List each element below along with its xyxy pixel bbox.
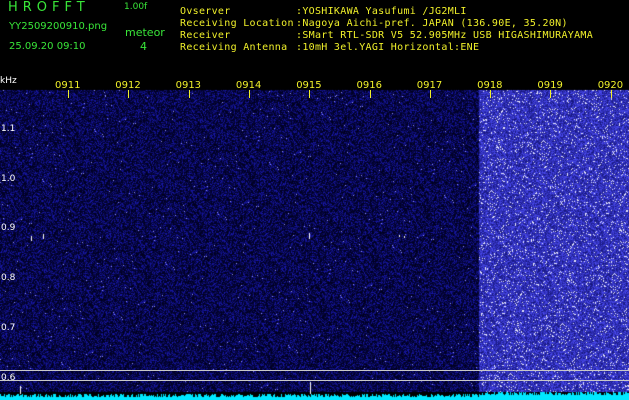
- time-tick-mark: [248, 90, 250, 98]
- info-observer: Ovserver :YOSHIKAWA Yasufumi /JG2MLI: [180, 6, 467, 17]
- app-version: 1.00f: [124, 2, 148, 12]
- info-location-value: :Nagoya Aichi-pref. JAPAN (136.90E, 35.2…: [296, 18, 568, 29]
- time-tick-mark: [128, 90, 130, 98]
- info-antenna: Receiving Antenna :10mH 3el.YAGI Horizont…: [180, 42, 479, 53]
- spectrogram-waterfall: [0, 76, 629, 400]
- timestamp: 25.09.20 09:10: [9, 41, 86, 52]
- time-tick-mark: [68, 90, 69, 98]
- freq-tick-label: 0.6: [1, 373, 16, 383]
- time-tick-mark: [309, 90, 311, 98]
- meteor-count: 4: [140, 40, 147, 53]
- info-receiver: Receiver :SMart RTL-SDR V5 52.905MHz USB …: [180, 30, 593, 41]
- info-location: Receiving Location:Nagoya Aichi-pref. JA…: [180, 18, 568, 29]
- freq-unit-label: kHz: [0, 76, 17, 86]
- file-name: YY2509200910.png: [9, 21, 108, 32]
- freq-tick-label: 0.8: [1, 273, 16, 283]
- info-receiver-label: Receiver: [180, 30, 231, 41]
- info-observer-value: :YOSHIKAWA Yasufumi /JG2MLI: [296, 6, 467, 17]
- reference-line: [0, 370, 629, 371]
- info-location-label: Receiving Location: [180, 18, 294, 29]
- app-title: HROFFT: [8, 0, 90, 15]
- time-tick-mark: [550, 90, 552, 98]
- header-panel: HROFFT 1.00f YY2509200910.png 25.09.20 0…: [0, 0, 629, 76]
- meteor-label: meteor: [125, 26, 165, 39]
- reference-line: [0, 380, 629, 381]
- freq-tick-label: 1.0: [1, 174, 16, 184]
- freq-tick-label: 1.1: [1, 124, 16, 134]
- info-antenna-label: Receiving Antenna: [180, 42, 288, 53]
- info-observer-label: Ovserver: [180, 6, 231, 17]
- info-receiver-value: :SMart RTL-SDR V5 52.905MHz USB HIGASHIM…: [296, 30, 594, 41]
- time-tick-mark: [610, 90, 612, 98]
- freq-tick-label: 0.9: [1, 223, 16, 233]
- spectrogram-panel: kHz 1.1 1.0 0.9 0.8 0.7 0.6 0911 0912 0913 0914 09…: [0, 76, 629, 400]
- time-tick-mark: [369, 90, 371, 98]
- info-antenna-value: :10mH 3el.YAGI Horizontal:ENE: [296, 42, 480, 53]
- freq-tick-label: 0.7: [1, 323, 16, 333]
- time-tick-mark: [490, 90, 492, 98]
- time-tick-mark: [188, 90, 190, 98]
- time-tick-mark: [429, 90, 431, 98]
